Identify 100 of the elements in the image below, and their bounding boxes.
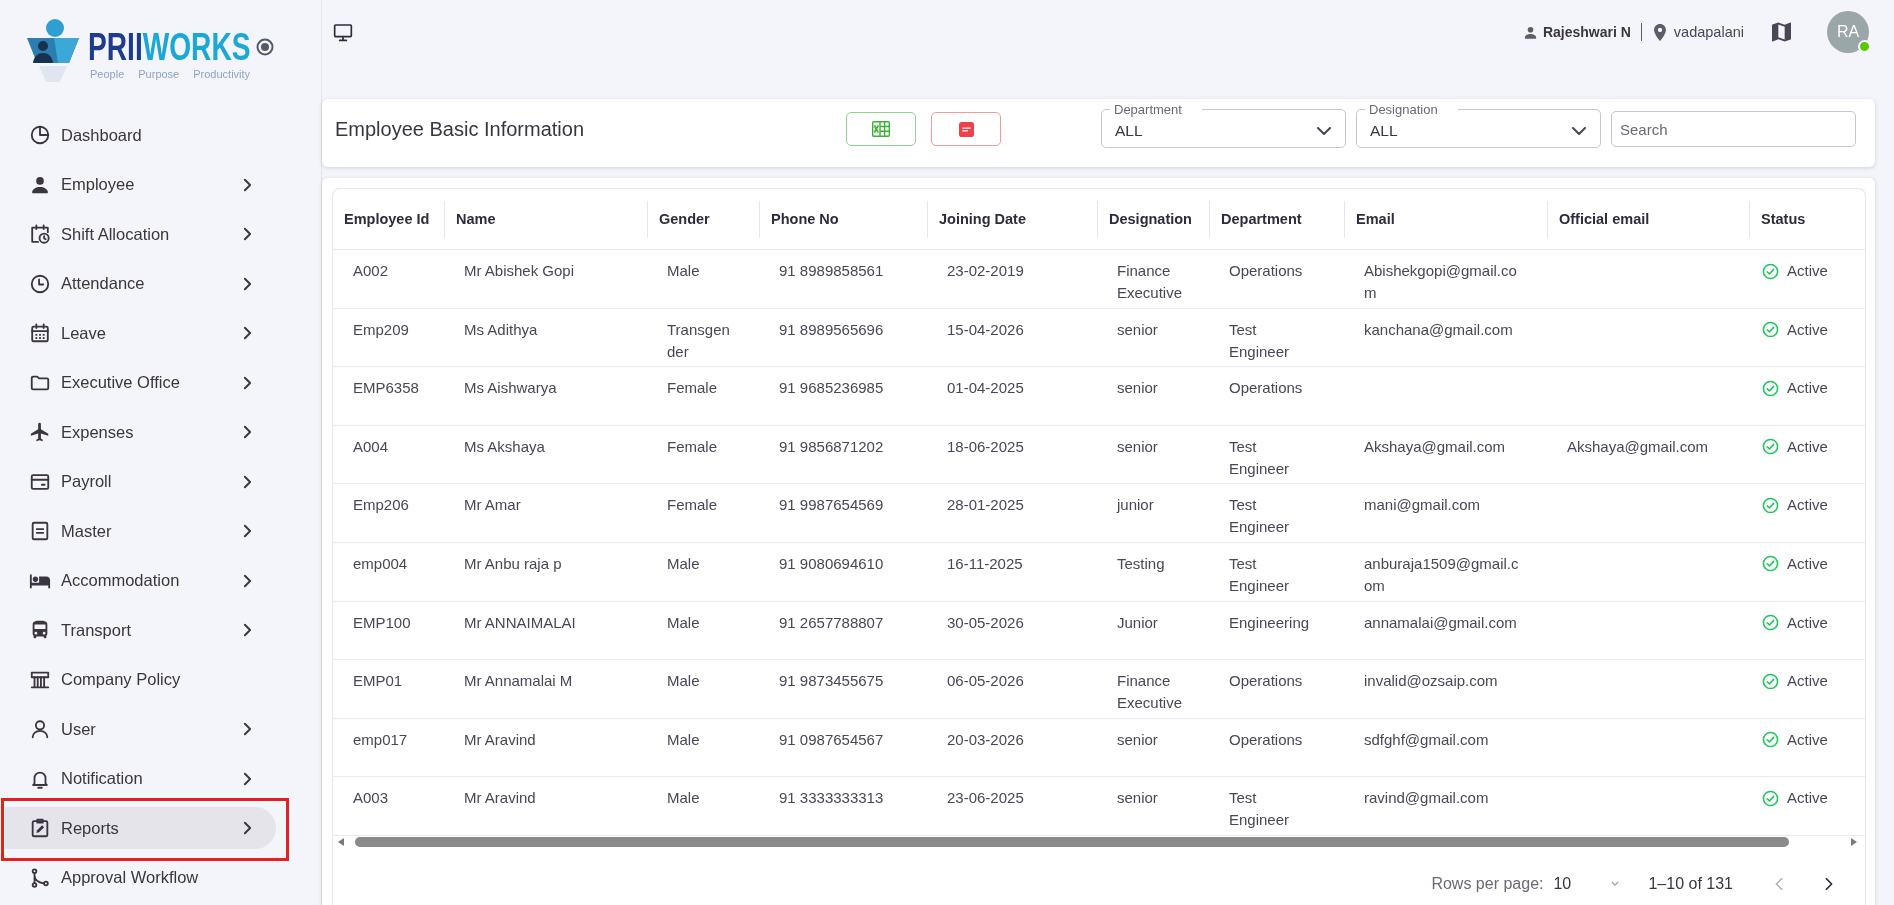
scroll-right-icon[interactable]	[1851, 837, 1857, 846]
table-cell-text: emp004	[352, 553, 409, 574]
table-cell-text: annamalai@gmail.com	[1363, 612, 1518, 633]
spreadsheet-export-button[interactable]	[846, 112, 916, 146]
sidebar-item[interactable]: Payroll	[5, 460, 276, 503]
check-circle-icon	[1762, 262, 1779, 280]
page-range: 1–10 of 131	[1648, 873, 1733, 894]
logo-tagline: People	[90, 68, 125, 81]
table-cell-text: A002	[352, 261, 390, 281]
logo-wordmark: PRIIWORKS	[88, 29, 251, 65]
table-cell-text: 20-03-2026	[946, 729, 1025, 750]
check-circle-icon	[1762, 789, 1779, 807]
chevron-right-icon[interactable]	[1824, 876, 1834, 891]
table-cell-text: Mr Annamalai M	[463, 671, 574, 692]
sidebar-item[interactable]: Master	[5, 510, 276, 552]
table-cell-text: Operations	[1228, 671, 1304, 692]
check-circle-icon	[1762, 731, 1779, 749]
dropdown-field[interactable]: Designation ALL	[1356, 102, 1601, 148]
column-header[interactable]: Phone No	[759, 200, 927, 238]
calendar-clock-icon	[29, 223, 51, 245]
column-header[interactable]: Gender	[647, 200, 759, 238]
document-export-button[interactable]	[931, 112, 1001, 146]
check-circle-icon	[1762, 555, 1779, 573]
sidebar-item[interactable]: Transport	[5, 609, 276, 651]
check-circle-icon	[1762, 379, 1779, 397]
table-cell-text: Test Engineer	[1228, 553, 1291, 596]
ring-dot-icon	[255, 38, 274, 56]
map-icon[interactable]	[1772, 21, 1791, 43]
rows-per-page-label: Rows per page:	[1431, 873, 1544, 894]
table-cell-text: Junior	[1116, 612, 1159, 633]
table-cell-text: Mr Amar	[463, 495, 522, 516]
status-text: Active	[1787, 495, 1828, 516]
column-header[interactable]: Email	[1344, 200, 1547, 238]
table-cell-text: Test Engineer	[1228, 788, 1291, 831]
sidebar-item[interactable]: Shift Allocation	[5, 213, 276, 255]
table-cell-text: ravind@gmail.com	[1363, 788, 1490, 809]
status-text: Active	[1787, 553, 1828, 574]
sidebar-item[interactable]: Dashboard	[5, 114, 276, 156]
table-cell-text: Mr Anbu raja p	[463, 553, 563, 574]
logo-tagline: Purpose	[138, 68, 180, 81]
table-cell-text: Transgender	[666, 319, 731, 362]
table-cell-text: Male	[666, 671, 701, 692]
status-text: Active	[1787, 671, 1828, 692]
sidebar-item[interactable]: Expenses	[5, 411, 276, 453]
sidebar-item[interactable]: Executive Office	[5, 361, 276, 404]
table-cell-text: Mr ANNAIMALAI	[463, 612, 577, 633]
table-cell-text: 15-04-2026	[946, 319, 1025, 340]
table-cell-text: mani@gmail.com	[1363, 495, 1482, 516]
table-cell-text: Testing	[1116, 553, 1166, 574]
column-header[interactable]: Department	[1209, 200, 1344, 238]
table-cell-text: Ms Adithya	[463, 319, 539, 340]
column-header[interactable]: Name	[444, 200, 647, 238]
table-cell-text: Operations	[1228, 378, 1304, 399]
table-cell-text: Male	[666, 612, 701, 633]
calendar-icon	[29, 322, 51, 344]
table-cell-text: 91 9080694610	[778, 553, 885, 574]
table-cell-text: 28-01-2025	[946, 495, 1025, 516]
sidebar-item[interactable]: Attendance	[5, 262, 276, 305]
file-tile-icon	[958, 121, 974, 137]
location-name: vadapalani	[1673, 24, 1744, 40]
column-header[interactable]: Employee Id	[333, 200, 444, 238]
airplane-icon	[29, 421, 51, 443]
table-cell-text: Test Engineer	[1228, 319, 1291, 362]
sidebar-item[interactable]: Leave	[5, 312, 276, 354]
table-cell-text: Male	[666, 261, 701, 281]
sidebar-item[interactable]: Approval Workflow	[5, 856, 276, 899]
status-text: Active	[1787, 729, 1828, 750]
table-cell-text: EMP6358	[352, 378, 420, 399]
column-header[interactable]: Joining Date	[927, 200, 1097, 238]
monitor-icon[interactable]	[333, 22, 353, 42]
table-cell-text: A003	[352, 788, 390, 809]
column-header[interactable]: Status	[1749, 200, 1865, 238]
table-cell-text: junior	[1115, 495, 1155, 516]
table-cell-text: Finance Executive	[1116, 671, 1184, 714]
status-text: Active	[1787, 261, 1828, 281]
table-cell-text: Test Engineer	[1228, 495, 1291, 538]
column-header[interactable]: Designation	[1097, 200, 1209, 238]
scrollbar-thumb[interactable]	[355, 836, 1789, 847]
caret-down-icon	[1611, 881, 1620, 887]
search-field[interactable]: Search	[1611, 111, 1856, 147]
sidebar-item[interactable]: Notification	[5, 757, 276, 800]
check-circle-icon	[1762, 672, 1779, 690]
sidebar-item[interactable]: Reports	[5, 807, 276, 849]
sidebar-item[interactable]: Employee	[5, 163, 276, 206]
table-cell-text: Emp206	[352, 495, 410, 516]
sidebar-item[interactable]: User	[5, 708, 276, 750]
rows-per-page-select[interactable]: 10	[1553, 873, 1624, 894]
table-cell-text: 18-06-2025	[946, 436, 1025, 457]
table-cell-text: 91 9685236985	[778, 378, 885, 399]
table-cell-text: anburaja1509@gmail.com	[1363, 553, 1520, 596]
scroll-left-icon[interactable]	[338, 837, 344, 846]
table-cell-text: Female	[666, 495, 719, 516]
column-header[interactable]: Official email	[1547, 200, 1749, 238]
table-cell-text: Test Engineer	[1228, 436, 1291, 479]
table-cell-text: 01-04-2025	[946, 378, 1025, 399]
table-cell-text: Mr Aravind	[463, 788, 537, 809]
table-cell-text: 91 9873455675	[778, 671, 885, 692]
dropdown-field[interactable]: Department ALL	[1101, 102, 1346, 148]
sidebar-item[interactable]: Company Policy	[5, 658, 276, 701]
sidebar-item[interactable]: Accommodation	[5, 559, 276, 602]
